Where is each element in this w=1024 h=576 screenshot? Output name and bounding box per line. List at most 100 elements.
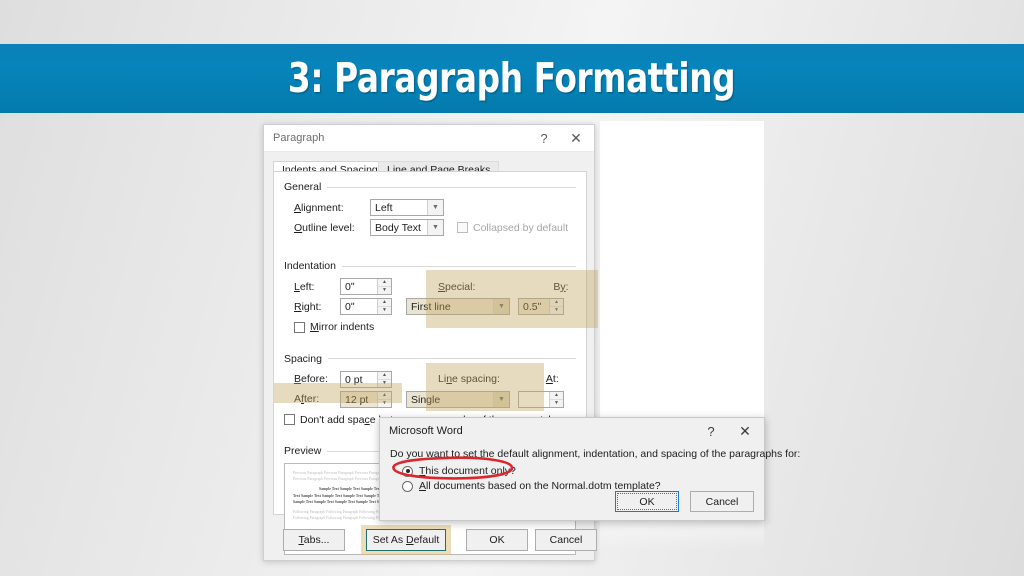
microsoft-word-dialog: Microsoft Word ? ✕ Do you want to set th… [379, 417, 800, 521]
stepper-down-icon[interactable]: ▼ [378, 287, 391, 294]
spacing-group-title: Spacing [284, 352, 322, 365]
set-as-default-label: Set As Default [372, 534, 440, 546]
word-dialog-title: Microsoft Word [389, 425, 463, 437]
special-label: Special: [438, 280, 476, 293]
alignment-select[interactable]: Left ▼ [370, 199, 444, 216]
radio-button [402, 480, 413, 492]
alignment-value: Left [375, 202, 393, 214]
at-value [519, 392, 549, 407]
spacing-before-input[interactable]: 0 pt ▲ ▼ [340, 370, 392, 388]
divider [327, 358, 576, 359]
tabs-button[interactable]: Tabs... [283, 529, 345, 551]
alignment-label: Alignment: [294, 201, 344, 214]
paragraph-ok-button[interactable]: OK [466, 529, 528, 551]
indent-right-label: Right: [294, 300, 322, 313]
indent-right-row: Right: 0ʺ ▲ ▼ First line ▼ 0.5ʺ ▲ ▼ [294, 298, 576, 315]
stepper[interactable]: ▲ ▼ [377, 391, 391, 407]
indent-right-value: 0ʺ [345, 301, 355, 313]
tabs-button-label: Tabs... [298, 534, 330, 546]
stepper-down-icon[interactable]: ▼ [378, 307, 391, 314]
word-dialog-question: Do you want to set the default alignment… [390, 448, 801, 460]
word-cancel-button[interactable]: Cancel [690, 491, 754, 512]
spacing-after-value: 12 pt [345, 393, 369, 406]
title-banner: 3: Paragraph Formatting [0, 44, 1024, 113]
stepper-up-icon[interactable]: ▲ [378, 279, 391, 287]
indent-left-value: 0ʺ [345, 281, 355, 293]
chevron-down-icon[interactable]: ▼ [427, 200, 443, 215]
stepper-down-icon[interactable]: ▼ [378, 380, 391, 387]
divider [341, 265, 576, 267]
special-value: First line [411, 301, 451, 313]
stepper[interactable]: ▲ ▼ [549, 391, 563, 407]
spacing-before-label: Before: [294, 373, 328, 385]
stepper-down-icon[interactable]: ▼ [550, 307, 563, 314]
indent-right-input[interactable]: 0ʺ ▲ ▼ [340, 298, 392, 315]
spacing-group-header: Spacing [284, 353, 576, 365]
outline-level-select[interactable]: Body Text ▼ [370, 219, 444, 236]
stepper-down-icon[interactable]: ▼ [378, 400, 391, 407]
radio-this-document-only[interactable]: This document only? [402, 465, 516, 477]
divider [327, 186, 576, 188]
collapsed-by-default-label: Collapsed by default [473, 221, 569, 234]
general-group-header: General [284, 181, 576, 193]
at-input[interactable]: ▲ ▼ [518, 390, 564, 408]
outline-level-row: Outline level: Body Text ▼ Collapsed by … [294, 219, 576, 236]
stepper-up-icon[interactable]: ▲ [550, 392, 563, 400]
line-spacing-label: Line spacing: [438, 373, 500, 385]
set-as-default-button[interactable]: Set As Default [366, 529, 446, 551]
spacing-after-input[interactable]: 12 pt ▲ ▼ [340, 390, 392, 408]
mirror-indents-checkbox[interactable]: Mirror indents [294, 321, 374, 333]
spacing-before-row: Before: 0 pt ▲ ▼ Line spacing: At: [294, 370, 576, 388]
close-icon[interactable]: ✕ [732, 418, 758, 444]
stepper-up-icon[interactable]: ▲ [550, 299, 563, 307]
word-ok-button[interactable]: OK [615, 491, 679, 512]
slide-canvas: 3: Paragraph Formatting Paragraph ? ✕ In… [0, 0, 1024, 576]
outline-level-label: Outline level: [294, 221, 355, 234]
stepper-up-icon[interactable]: ▲ [378, 299, 391, 307]
at-label: At: [545, 373, 559, 385]
indent-left-row: Left: 0ʺ ▲ ▼ Special: By: [294, 278, 576, 295]
mirror-indents-label: Mirror indents [310, 321, 375, 333]
radio-this-document-only-label: This document only? [419, 465, 516, 477]
checkbox-box [294, 321, 305, 333]
checkbox-box [284, 414, 295, 425]
by-label: By: [553, 280, 569, 293]
alignment-row: Alignment: Left ▼ [294, 199, 576, 216]
line-spacing-select[interactable]: Single ▼ [406, 390, 510, 408]
chevron-down-icon[interactable]: ▼ [427, 220, 443, 235]
special-select[interactable]: First line ▼ [406, 298, 510, 315]
radio-button [402, 465, 413, 477]
chevron-down-icon[interactable]: ▼ [493, 391, 509, 407]
stepper-down-icon[interactable]: ▼ [550, 400, 563, 407]
by-value: 0.5ʺ [523, 301, 542, 313]
indentation-group-title: Indentation [284, 260, 336, 272]
close-icon[interactable]: ✕ [562, 125, 590, 151]
word-dialog-titlebar: Microsoft Word ? ✕ [380, 418, 764, 445]
preview-group-title: Preview [284, 445, 322, 457]
stepper[interactable]: ▲ ▼ [549, 299, 563, 314]
paragraph-dialog-title: Paragraph [273, 132, 325, 144]
indent-left-input[interactable]: 0ʺ ▲ ▼ [340, 278, 392, 295]
indentation-group-header: Indentation [284, 260, 576, 272]
checkbox-box [457, 222, 468, 233]
spacing-after-row: After: 12 pt ▲ ▼ Single ▼ ▲ ▼ [294, 390, 576, 408]
by-input[interactable]: 0.5ʺ ▲ ▼ [518, 298, 564, 315]
spacing-after-label: After: [294, 393, 320, 405]
general-group-title: General [284, 181, 322, 193]
chevron-down-icon[interactable]: ▼ [493, 299, 509, 314]
page-title-text: 3: Paragraph Formatting [288, 53, 736, 102]
paragraph-dialog-buttons: Tabs... Set As Default OK Cancel [273, 525, 597, 555]
paragraph-dialog-titlebar: Paragraph ? ✕ [264, 125, 594, 152]
stepper[interactable]: ▲ ▼ [377, 299, 391, 314]
collapsed-by-default-checkbox[interactable]: Collapsed by default [457, 222, 568, 234]
help-icon[interactable]: ? [530, 125, 558, 151]
stepper[interactable]: ▲ ▼ [377, 279, 391, 294]
indent-left-label: Left: [294, 280, 315, 293]
focus-outline [617, 493, 677, 510]
paragraph-cancel-button[interactable]: Cancel [535, 529, 597, 551]
stepper-up-icon[interactable]: ▲ [378, 392, 391, 400]
stepper[interactable]: ▲ ▼ [377, 371, 391, 387]
help-icon[interactable]: ? [698, 418, 724, 444]
stepper-up-icon[interactable]: ▲ [378, 372, 391, 380]
line-spacing-value: Single [411, 393, 441, 406]
